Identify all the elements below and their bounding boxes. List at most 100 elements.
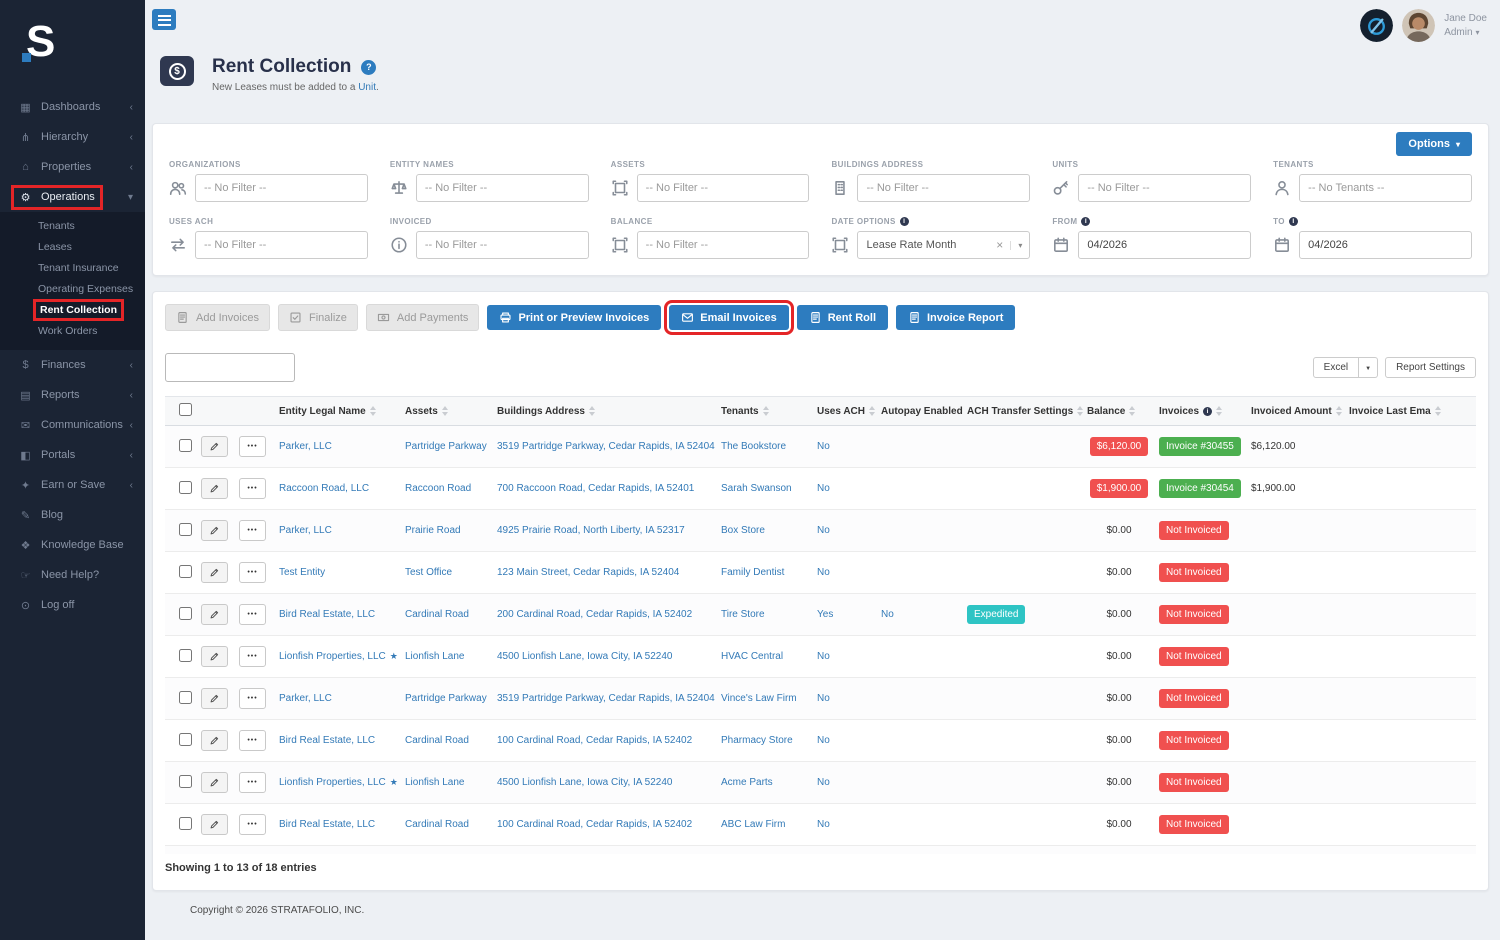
address-link[interactable]: 3519 Partridge Parkway, Cedar Rapids, IA… [497, 441, 715, 452]
row-actions-button[interactable]: ••• [239, 814, 266, 835]
address-link[interactable]: 3519 Partridge Parkway, Cedar Rapids, IA… [497, 693, 715, 704]
edit-row-button[interactable] [201, 814, 228, 835]
row-actions-button[interactable]: ••• [239, 646, 266, 667]
sidebar-item-tenants[interactable]: Tenants [0, 216, 145, 237]
sidebar-item-hierarchy[interactable]: ⋔ Hierarchy ‹ [0, 122, 145, 152]
tenant-link[interactable]: ABC Law Firm [721, 819, 785, 830]
column-header-autopay-enabled[interactable]: Autopay Enabled [881, 396, 967, 426]
column-header-invoice-last-ema[interactable]: Invoice Last Ema [1349, 396, 1476, 426]
entity-link[interactable]: Bird Real Estate, LLC [279, 609, 375, 620]
edit-row-button[interactable] [201, 646, 228, 667]
help-icon[interactable] [361, 59, 377, 75]
tenant-link[interactable]: The Bookstore [721, 441, 786, 452]
column-header-assets[interactable]: Assets [405, 396, 497, 426]
column-header-invoiced-amount[interactable]: Invoiced Amount [1251, 396, 1349, 426]
tenant-link[interactable]: Box Store [721, 525, 765, 536]
entity-names-input[interactable] [415, 174, 589, 202]
date-options-select[interactable]: Lease Rate Month × ▾ [857, 231, 1031, 259]
units-input[interactable] [1078, 174, 1252, 202]
chevron-down-icon[interactable]: ▾ [1010, 240, 1022, 250]
tenant-link[interactable]: Sarah Swanson [721, 483, 792, 494]
entity-link[interactable]: Raccoon Road, LLC [279, 483, 369, 494]
edit-row-button[interactable] [201, 688, 228, 709]
uses-ach-input[interactable] [195, 231, 368, 259]
edit-row-button[interactable] [201, 478, 228, 499]
row-checkbox[interactable] [179, 816, 192, 830]
invoiced-input[interactable] [415, 231, 589, 259]
asset-link[interactable]: Cardinal Road [405, 735, 469, 746]
row-actions-button[interactable]: ••• [239, 562, 266, 583]
row-actions-button[interactable]: ••• [239, 688, 266, 709]
entity-link[interactable]: Bird Real Estate, LLC [279, 735, 375, 746]
address-link[interactable]: 200 Cardinal Road, Cedar Rapids, IA 5240… [497, 609, 692, 620]
tenants-input[interactable] [1299, 174, 1472, 202]
sidebar-item-need-help[interactable]: ☞ Need Help? [0, 560, 145, 590]
excel-export-button[interactable]: Excel [1312, 357, 1360, 378]
entity-link[interactable]: Parker, LLC [279, 525, 332, 536]
select-all-checkbox[interactable] [179, 403, 192, 416]
column-header-invoices[interactable]: Invoices i [1159, 396, 1251, 426]
table-scroll-area[interactable]: Entity Legal Name Assets Buildings Address… [165, 396, 1476, 854]
options-button[interactable]: Options [1396, 132, 1472, 156]
rent-roll-button[interactable]: Rent Roll [796, 305, 888, 330]
add-invoices-button[interactable]: Add Invoices [165, 304, 270, 331]
stratafolio-logo[interactable]: S [0, 0, 145, 78]
row-checkbox[interactable] [179, 732, 192, 746]
row-actions-button[interactable]: ••• [239, 604, 266, 625]
sidebar-item-tenant-insurance[interactable]: Tenant Insurance [0, 258, 145, 279]
asset-link[interactable]: Test Office [405, 567, 452, 578]
avatar[interactable] [1402, 9, 1436, 42]
entity-link[interactable]: Lionfish Properties, LLC [279, 651, 386, 662]
tenant-link[interactable]: Tire Store [721, 609, 765, 620]
tenant-link[interactable]: HVAC Central [721, 651, 783, 662]
row-checkbox[interactable] [179, 438, 192, 452]
organizations-input[interactable] [195, 174, 368, 202]
report-settings-button[interactable]: Report Settings [1385, 357, 1476, 378]
sidebar-item-leases[interactable]: Leases [0, 237, 145, 258]
column-header-tenants[interactable]: Tenants [721, 396, 817, 426]
user-menu[interactable]: Jane Doe Admin [1444, 12, 1487, 39]
asset-link[interactable]: Cardinal Road [405, 819, 469, 830]
edit-row-button[interactable] [201, 730, 228, 751]
sidebar-item-operations[interactable]: ⚙ Operations ▾ [0, 182, 145, 212]
sidebar-item-log-off[interactable]: ⊙ Log off [0, 590, 145, 620]
column-header-buildings-address[interactable]: Buildings Address [497, 396, 721, 426]
row-actions-button[interactable]: ••• [239, 478, 266, 499]
print-or-preview-invoices-button[interactable]: Print or Preview Invoices [487, 305, 662, 330]
buildings-address-input[interactable] [857, 174, 1031, 202]
sidebar-item-properties[interactable]: ⌂ Properties ‹ [0, 152, 145, 182]
balance-input[interactable] [636, 231, 810, 259]
row-checkbox[interactable] [179, 480, 192, 494]
entity-link[interactable]: Lionfish Properties, LLC [279, 777, 386, 788]
row-checkbox[interactable] [179, 606, 192, 620]
row-actions-button[interactable]: ••• [239, 436, 266, 457]
sidebar-item-blog[interactable]: ✎ Blog [0, 500, 145, 530]
add-payments-button[interactable]: Add Payments [365, 304, 480, 331]
invoice-badge[interactable]: Invoice #30454 [1159, 479, 1241, 498]
assets-input[interactable] [636, 174, 810, 202]
column-header-entity-legal-name[interactable]: Entity Legal Name [279, 396, 405, 426]
asset-link[interactable]: Raccoon Road [405, 483, 471, 494]
unit-link[interactable]: Unit [358, 82, 376, 93]
entity-link[interactable]: Parker, LLC [279, 441, 332, 452]
tenant-link[interactable]: Pharmacy Store [721, 735, 793, 746]
row-checkbox[interactable] [179, 690, 192, 704]
table-search-input[interactable] [165, 353, 295, 382]
address-link[interactable]: 700 Raccoon Road, Cedar Rapids, IA 52401 [497, 483, 694, 494]
entity-link[interactable]: Bird Real Estate, LLC [279, 819, 375, 830]
tenant-link[interactable]: Family Dentist [721, 567, 784, 578]
sidebar-item-knowledge-base[interactable]: ❖ Knowledge Base [0, 530, 145, 560]
address-link[interactable]: 4500 Lionfish Lane, Iowa City, IA 52240 [497, 651, 673, 662]
invoice-badge[interactable]: Invoice #30455 [1159, 437, 1241, 456]
email-invoices-button[interactable]: Email Invoices [664, 300, 794, 335]
row-checkbox[interactable] [179, 774, 192, 788]
finalize-button[interactable]: Finalize [277, 304, 358, 331]
tenant-link[interactable]: Vince's Law Firm [721, 693, 797, 704]
entity-link[interactable]: Test Entity [279, 567, 325, 578]
sidebar-item-finances[interactable]: $ Finances ‹ [0, 350, 145, 380]
invoice-report-button[interactable]: Invoice Report [896, 305, 1016, 330]
asset-link[interactable]: Partridge Parkway [405, 441, 487, 452]
row-checkbox[interactable] [179, 564, 192, 578]
edit-row-button[interactable] [201, 772, 228, 793]
row-actions-button[interactable]: ••• [239, 730, 266, 751]
